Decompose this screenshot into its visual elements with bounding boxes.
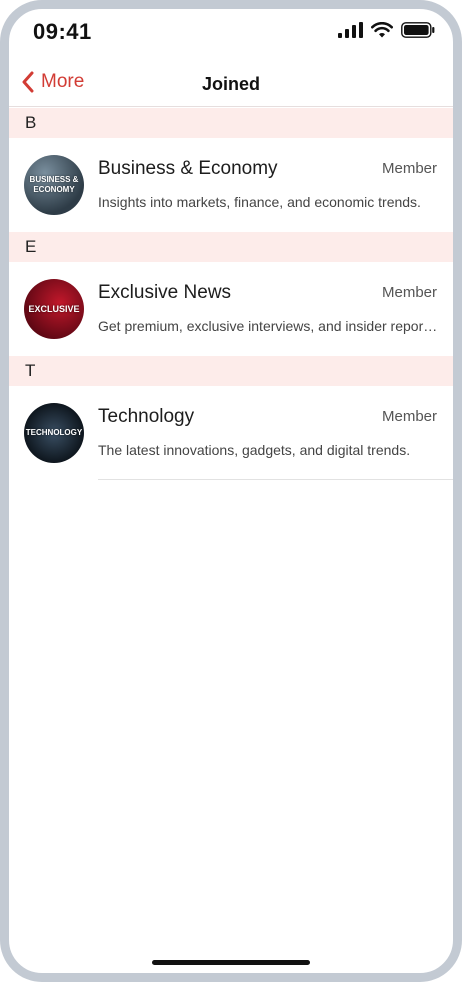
wifi-icon bbox=[371, 22, 393, 38]
home-indicator[interactable] bbox=[152, 960, 310, 965]
avatar-label: TECHNOLOGY bbox=[25, 428, 83, 437]
section-header-t: T bbox=[9, 356, 453, 386]
nav-bar: More Joined bbox=[9, 65, 453, 107]
joined-list: B BUSINESS & ECONOMY Business & Economy … bbox=[9, 108, 453, 480]
screen: 09:41 More Joined B BUSINESS & ECONOMY B… bbox=[9, 9, 453, 973]
list-item-business-economy[interactable]: BUSINESS & ECONOMY Business & Economy Me… bbox=[9, 138, 453, 232]
avatar: EXCLUSIVE bbox=[24, 279, 84, 339]
avatar-label: BUSINESS & ECONOMY bbox=[29, 175, 79, 194]
device-frame: 09:41 More Joined B BUSINESS & ECONOMY B… bbox=[0, 0, 462, 982]
divider bbox=[98, 479, 453, 480]
avatar-label: EXCLUSIVE bbox=[28, 304, 80, 314]
item-title: Technology bbox=[98, 406, 195, 427]
list-item-technology[interactable]: TECHNOLOGY Technology Member The latest … bbox=[9, 386, 453, 480]
list-item-exclusive-news[interactable]: EXCLUSIVE Exclusive News Member Get prem… bbox=[9, 262, 453, 356]
status-time: 09:41 bbox=[33, 19, 92, 44]
status-badge: Member bbox=[381, 160, 437, 177]
status-badge: Member bbox=[381, 408, 437, 425]
item-description: Get premium, exclusive interviews, and i… bbox=[98, 318, 438, 334]
item-title: Business & Economy bbox=[98, 158, 278, 179]
avatar: BUSINESS & ECONOMY bbox=[24, 155, 84, 215]
page-title: Joined bbox=[201, 74, 260, 94]
item-title: Exclusive News bbox=[98, 282, 232, 303]
status-icons bbox=[338, 22, 435, 38]
item-description: Insights into markets, finance, and econ… bbox=[98, 194, 421, 210]
section-header-b: B bbox=[9, 108, 453, 138]
status-badge: Member bbox=[381, 284, 437, 301]
avatar: TECHNOLOGY bbox=[24, 403, 84, 463]
section-header-e: E bbox=[9, 232, 453, 262]
signal-icon bbox=[338, 22, 363, 38]
item-description: The latest innovations, gadgets, and dig… bbox=[98, 442, 411, 458]
battery-icon bbox=[401, 22, 435, 38]
status-bar: 09:41 bbox=[9, 9, 453, 57]
